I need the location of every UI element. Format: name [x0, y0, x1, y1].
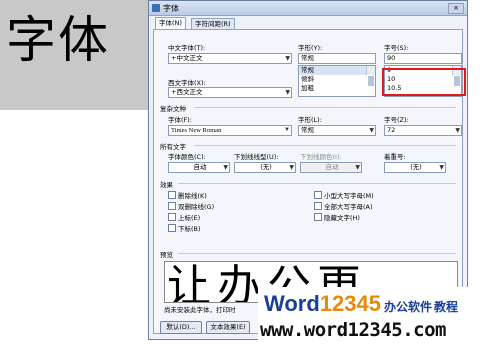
style-scrollbar[interactable] [366, 66, 375, 86]
style-input[interactable]: 常规 [298, 53, 376, 64]
underline-color-value: 自动 [325, 163, 339, 171]
chevron-down-icon: ▼ [285, 55, 290, 62]
default-button[interactable]: 默认(D)... [160, 321, 202, 334]
divider [178, 183, 456, 184]
style-option[interactable]: 倾斜 [299, 75, 375, 84]
font-color-select[interactable]: 自动 ▼ [168, 162, 230, 173]
app-icon [152, 4, 160, 12]
emphasis-select[interactable]: (无) ▼ [384, 162, 446, 173]
preview-heading: 预览 [160, 251, 173, 259]
all-caps-checkbox[interactable] [314, 202, 322, 210]
western-font-select[interactable]: +西文正文 ▼ [168, 87, 292, 98]
superscript-checkbox[interactable] [168, 213, 176, 221]
complex-style-label: 字形(L): [298, 116, 322, 124]
small-caps-checkbox[interactable] [314, 191, 322, 199]
chevron-down-icon: ▼ [455, 127, 460, 134]
watermark-cn2: 教程 [434, 300, 459, 314]
superscript-label: 上标(E) [178, 214, 201, 222]
effects-heading: 效果 [160, 181, 173, 189]
western-font-label: 西文字体(X): [168, 79, 206, 87]
hidden-text-label: 隐藏文字(H) [324, 214, 360, 222]
watermark-cn: 办公软件 [384, 300, 433, 314]
subscript-label: 下标(B) [178, 225, 201, 233]
chevron-down-icon: ▼ [369, 127, 374, 134]
small-caps-label: 小型大写字母(M) [324, 192, 374, 200]
size-input[interactable]: 90 [384, 53, 462, 64]
watermark-number: 12345 [319, 291, 381, 316]
all-text-heading: 所有文字 [160, 143, 186, 151]
double-strikethrough-checkbox[interactable] [168, 202, 176, 210]
size-label: 字号(S): [384, 44, 409, 52]
chinese-font-label: 中文字体(T): [168, 44, 206, 52]
background-font-sample: 字体 [0, 0, 150, 110]
hidden-text-checkbox[interactable] [314, 213, 322, 221]
font-color-label: 字体颜色(C): [168, 153, 206, 161]
chevron-down-icon: ▼ [223, 164, 228, 171]
chinese-font-select[interactable]: +中文正文 ▼ [168, 53, 292, 64]
underline-style-label: 下划线线型(U): [234, 153, 279, 161]
watermark: Word12345 办公软件 教程 www.word12345.com [258, 287, 480, 345]
watermark-logo: Word12345 办公软件 教程 [264, 291, 458, 317]
font-color-value: 自动 [193, 163, 207, 171]
strikethrough-checkbox[interactable] [168, 191, 176, 199]
background-sample-text: 字体 [6, 11, 110, 69]
style-list[interactable]: 常规 倾斜 加粗 [298, 65, 376, 97]
complex-size-value: 72 [387, 126, 396, 134]
size-highlight-box [382, 68, 466, 96]
close-icon: × [453, 4, 459, 12]
underline-style-value: (无) [260, 163, 272, 171]
chevron-down-icon: ▼ [284, 127, 290, 133]
strikethrough-label: 删除线(K) [178, 192, 207, 200]
western-font-value: +西文正文 [171, 88, 203, 96]
style-option[interactable]: 加粗 [299, 84, 375, 93]
chevron-down-icon: ▼ [285, 89, 290, 96]
watermark-word: Word [264, 291, 320, 316]
all-caps-label: 全部大写字母(A) [324, 203, 373, 211]
complex-style-value: 常规 [301, 126, 314, 134]
underline-color-select: 自动 ▼ [300, 162, 362, 173]
preview-note: 尚未安装此字体，打印时 [164, 306, 236, 314]
window-title: 字体 [163, 4, 179, 13]
watermark-url: www.word12345.com [260, 319, 446, 341]
underline-style-select[interactable]: (无) ▼ [234, 162, 296, 173]
complex-style-select[interactable]: 常规 ▼ [298, 125, 376, 136]
divider [194, 145, 456, 146]
style-label: 字形(Y): [298, 44, 323, 52]
complex-size-label: 字号(Z): [384, 116, 409, 124]
complex-script-heading: 复杂文种 [160, 105, 186, 113]
divider [178, 253, 456, 254]
divider [194, 107, 456, 108]
complex-size-select[interactable]: 72 ▼ [384, 125, 462, 136]
double-strikethrough-label: 双删除线(G) [178, 203, 215, 211]
close-button[interactable]: × [448, 3, 464, 14]
title-bar[interactable]: 字体 × [149, 1, 467, 16]
complex-font-value: Times New Roman [171, 127, 222, 134]
chevron-down-icon: ▼ [439, 164, 444, 171]
style-option[interactable]: 常规 [299, 66, 375, 75]
chevron-down-icon: ▼ [355, 164, 360, 171]
complex-font-select[interactable]: Times New Roman ▼ [168, 125, 292, 136]
emphasis-value: (无) [410, 163, 422, 171]
text-effects-button[interactable]: 文本效果(E) [206, 321, 250, 334]
underline-color-label: 下划线颜色(I): [300, 153, 342, 161]
emphasis-label: 着重号: [384, 153, 406, 161]
chevron-down-icon: ▼ [289, 164, 294, 171]
complex-font-label: 字体(F): [168, 116, 193, 124]
chinese-font-value: +中文正文 [171, 54, 203, 62]
subscript-checkbox[interactable] [168, 224, 176, 232]
